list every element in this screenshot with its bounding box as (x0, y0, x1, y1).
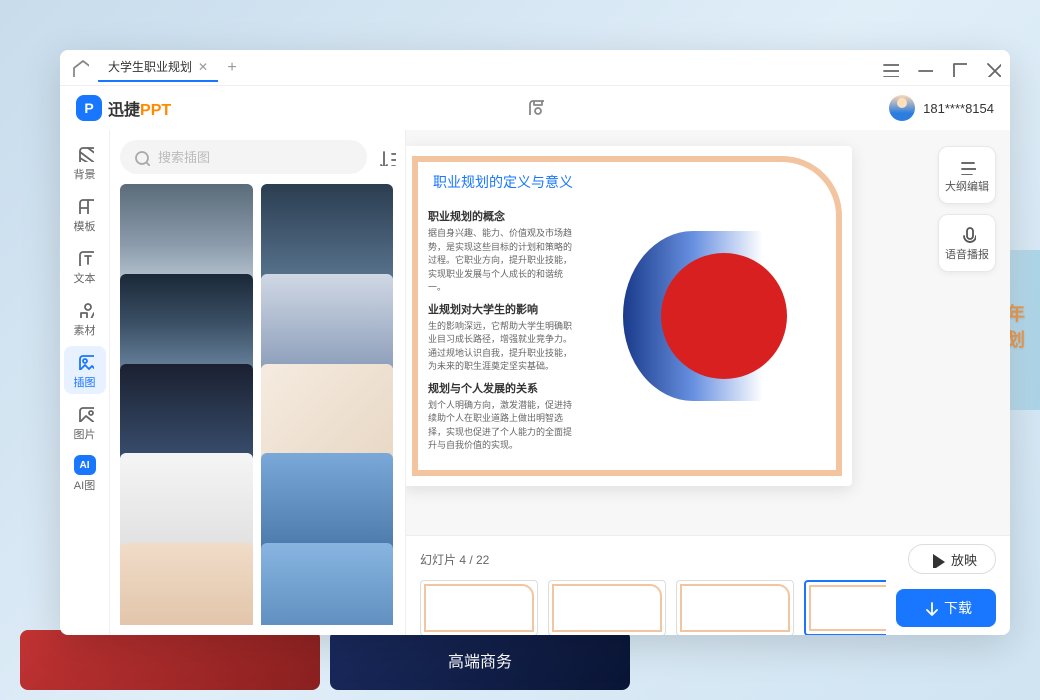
image-icon (74, 402, 96, 424)
tab-strip: 大学生职业规划 ✕ + (98, 54, 246, 82)
outline-icon (958, 157, 976, 175)
mic-icon (958, 225, 976, 243)
illustration-panel (110, 130, 406, 635)
titlebar: 大学生职业规划 ✕ + (60, 50, 1010, 86)
orb-graphic (623, 231, 793, 401)
app-window: 大学生职业规划 ✕ + P 迅捷PPT 181****8154 (60, 50, 1010, 635)
right-tools: 大纲编辑 语音播报 (938, 146, 996, 272)
illustration-thumb[interactable] (261, 184, 394, 283)
slide-graphic (590, 172, 826, 460)
illustration-grid (120, 184, 399, 625)
slide[interactable]: 职业规划的定义与意义 职业规划的概念 据自身兴趣、能力、价值观及市场趋势，是实现… (406, 146, 852, 486)
footer-bottom: 下载 (420, 580, 996, 635)
save-indicator[interactable] (526, 97, 544, 120)
rail-item-illustration[interactable]: 插图 (64, 346, 106, 394)
close-button[interactable] (982, 58, 1002, 78)
main-area: ◂ 职业规划的定义与意义 职业规划的概念 据自身兴趣、能力、价值观及市场趋势，是… (406, 130, 1010, 635)
home-button[interactable] (68, 56, 92, 80)
voice-button[interactable]: 语音播报 (938, 214, 996, 272)
user-area: 181****8154 (889, 95, 994, 121)
background-bottom-cards: 高端商务 (0, 630, 1040, 700)
brand-bar: P 迅捷PPT 181****8154 (60, 86, 1010, 130)
menu-icon (881, 59, 899, 77)
canvas: ◂ 职业规划的定义与意义 职业规划的概念 据自身兴趣、能力、价值观及市场趋势，是… (406, 130, 1010, 535)
rail-item-template[interactable]: 模板 (64, 190, 106, 238)
slide-thumb[interactable] (676, 580, 794, 635)
slide-thumb[interactable] (548, 580, 666, 635)
slide-thumb-active[interactable] (804, 580, 886, 635)
search-icon (132, 148, 150, 166)
slide-text-column: 职业规划的定义与意义 职业规划的概念 据自身兴趣、能力、价值观及市场趋势，是实现… (428, 172, 578, 460)
tab-label: 大学生职业规划 (108, 58, 192, 75)
section-body: 生的影响深远，它帮助大学生明确职业目习成长路径，增强就业竞争力。通过规地认识自我… (428, 320, 578, 374)
avatar[interactable] (889, 95, 915, 121)
add-tab-button[interactable]: + (218, 54, 246, 82)
outline-edit-button[interactable]: 大纲编辑 (938, 146, 996, 204)
slide-title: 职业规划的定义与意义 (428, 172, 578, 192)
left-rail: 背景 模板 文本 素材 插图 图片 AI (60, 130, 110, 635)
slide-counter: 幻灯片 4 / 22 (420, 551, 489, 568)
section-heading: 业规划对大学生的影响 (428, 301, 578, 317)
bg-card-red (20, 630, 320, 690)
sort-icon (378, 148, 396, 166)
text-icon (74, 246, 96, 268)
illustration-thumb[interactable] (261, 543, 394, 625)
bg-card-dark: 高端商务 (330, 630, 630, 690)
user-phone: 181****8154 (923, 101, 994, 116)
rail-item-text[interactable]: 文本 (64, 242, 106, 290)
play-icon (927, 550, 945, 568)
minimize-button[interactable] (914, 58, 934, 78)
rail-item-bg[interactable]: 背景 (64, 138, 106, 186)
sort-button[interactable] (375, 145, 399, 169)
slide-content: 职业规划的定义与意义 职业规划的概念 据自身兴趣、能力、价值观及市场趋势，是实现… (428, 172, 826, 460)
section-body: 据自身兴趣、能力、价值观及市场趋势，是实现这些目标的计划和策略的过程。它职业方向… (428, 227, 578, 295)
illustration-thumb[interactable] (120, 364, 253, 463)
save-icon (526, 97, 544, 115)
rail-item-ai[interactable]: AI AI图 (64, 450, 106, 498)
maximize-icon (949, 59, 967, 77)
search-box[interactable] (120, 140, 367, 174)
window-controls (880, 58, 1002, 78)
illustration-thumb[interactable] (261, 364, 394, 463)
rail-item-asset[interactable]: 素材 (64, 294, 106, 342)
close-icon[interactable]: ✕ (198, 60, 208, 74)
logo: P 迅捷PPT (76, 95, 171, 121)
search-input[interactable] (158, 150, 355, 165)
slide-thumbnails (420, 580, 886, 635)
section-heading: 规划与个人发展的关系 (428, 380, 578, 396)
maximize-button[interactable] (948, 58, 968, 78)
footer: 幻灯片 4 / 22 放映 下载 (406, 535, 1010, 635)
section-body: 划个人明确方向，激发潜能，促进持续助个人在职业道路上做出明智选择，实现也促进了个… (428, 399, 578, 453)
slide-thumb[interactable] (420, 580, 538, 635)
download-icon (920, 599, 938, 617)
illustration-thumb[interactable] (120, 184, 253, 283)
illustration-thumb[interactable] (261, 453, 394, 552)
template-icon (74, 194, 96, 216)
download-button[interactable]: 下载 (896, 589, 996, 627)
illustration-icon (74, 350, 96, 372)
logo-text: 迅捷PPT (108, 96, 171, 120)
tab-active[interactable]: 大学生职业规划 ✕ (98, 54, 218, 82)
background-icon (74, 142, 96, 164)
minimize-icon (915, 59, 933, 77)
rail-item-image[interactable]: 图片 (64, 398, 106, 446)
menu-button[interactable] (880, 58, 900, 78)
search-row (120, 140, 399, 174)
section-heading: 职业规划的概念 (428, 208, 578, 224)
play-button[interactable]: 放映 (908, 544, 996, 574)
illustration-thumb[interactable] (261, 274, 394, 373)
ai-icon: AI (74, 455, 96, 475)
asset-icon (74, 298, 96, 320)
illustration-thumb[interactable] (120, 543, 253, 625)
footer-top: 幻灯片 4 / 22 放映 (420, 544, 996, 574)
home-icon (71, 59, 89, 77)
close-icon (983, 59, 1001, 77)
app-body: 背景 模板 文本 素材 插图 图片 AI (60, 130, 1010, 635)
logo-mark: P (76, 95, 102, 121)
illustration-thumb[interactable] (120, 453, 253, 552)
illustration-thumb[interactable] (120, 274, 253, 373)
